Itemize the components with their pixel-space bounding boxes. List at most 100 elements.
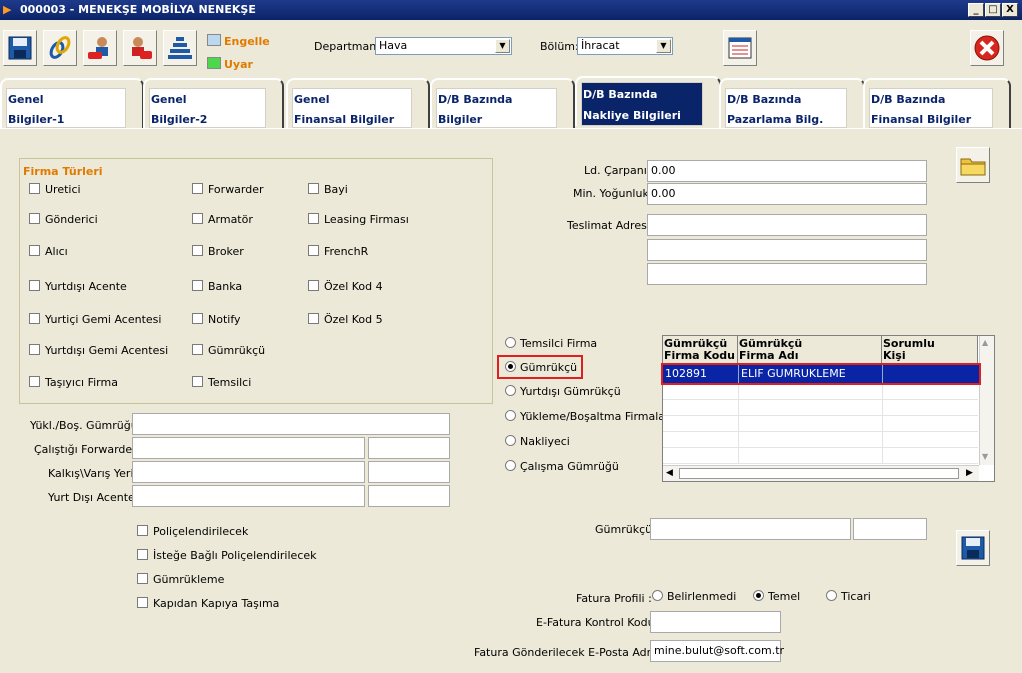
checkbox-gumrukcu[interactable] xyxy=(192,344,203,355)
tab-label-line2: Pazarlama Bilg. xyxy=(727,113,824,126)
link-button[interactable] xyxy=(43,30,77,66)
gumrukcu-code-input[interactable] xyxy=(853,518,927,540)
radio-nakliyeci[interactable] xyxy=(505,435,516,446)
grid-header-firma-kodu[interactable]: Gümrükçü Firma Kodu xyxy=(663,336,738,364)
floppy-icon xyxy=(961,536,985,560)
scroll-thumb[interactable] xyxy=(679,468,959,479)
checkbox-label: İsteğe Bağlı Poliçelendirilecek xyxy=(153,549,317,562)
tab-genel-bilgiler-2[interactable]: Genel Bilgiler-2 xyxy=(143,78,284,128)
teslimat-adresi-line2[interactable] xyxy=(647,239,927,261)
tab-db-pazarlama[interactable]: D/B Bazında Pazarlama Bilg. xyxy=(719,78,865,128)
maximize-button[interactable]: □ xyxy=(985,3,1001,17)
minimize-button[interactable]: _ xyxy=(968,3,984,17)
checkbox-bayi[interactable] xyxy=(308,183,319,194)
checkbox-ozel-kod-4[interactable] xyxy=(308,280,319,291)
gumrukcu-grid[interactable]: Gümrükçü Firma Kodu Gümrükçü Firma Adı S… xyxy=(662,335,995,482)
radio-label: Gümrükçü xyxy=(520,361,578,374)
grid-header-firma-adi[interactable]: Gümrükçü Firma Adı xyxy=(738,336,882,364)
departman-value: Hava xyxy=(379,39,408,52)
tab-genel-finansal[interactable]: Genel Finansal Bilgiler xyxy=(286,78,430,128)
close-form-button[interactable] xyxy=(970,30,1004,66)
checkbox-policelendirilecek[interactable] xyxy=(137,525,148,536)
form-icon xyxy=(728,37,752,59)
kalkis-varis-code-input[interactable] xyxy=(368,461,450,483)
gumrukcu-input[interactable] xyxy=(650,518,851,540)
checkbox-ozel-kod-5[interactable] xyxy=(308,313,319,324)
grid-hscrollbar[interactable]: ◀ ▶ xyxy=(663,465,979,481)
tab-label-line2: Bilgiler xyxy=(438,113,483,126)
teslimat-adresi-line3[interactable] xyxy=(647,263,927,285)
yukl-bos-gumrugu-input[interactable] xyxy=(132,413,450,435)
radio-yurtdisi-gumrukcu[interactable] xyxy=(505,385,516,396)
yurt-disi-acente-code-input[interactable] xyxy=(368,485,450,507)
save-gumrukcu-button[interactable] xyxy=(956,530,990,566)
tab-db-finansal[interactable]: D/B Bazında Finansal Bilgiler xyxy=(863,78,1011,128)
checkbox-frenchr[interactable] xyxy=(308,245,319,256)
radio-yukleme-bosaltma[interactable] xyxy=(505,410,516,421)
tab-label-line2: Finansal Bilgiler xyxy=(871,113,972,126)
checkbox-label: Yurtiçi Gemi Acentesi xyxy=(45,313,162,326)
checkbox-alici[interactable] xyxy=(29,245,40,256)
radio-calisma-gumrugu[interactable] xyxy=(505,460,516,471)
person-phone-icon xyxy=(88,37,108,59)
checkbox-banka[interactable] xyxy=(192,280,203,291)
close-window-button[interactable]: X xyxy=(1002,3,1018,17)
open-folder-button[interactable] xyxy=(956,147,990,183)
checkbox-istege-bagli[interactable] xyxy=(137,549,148,560)
checkbox-temsilci[interactable] xyxy=(192,376,203,387)
scroll-down-icon[interactable]: ▼ xyxy=(982,452,988,461)
ld-carpani-input[interactable]: 0.00 xyxy=(647,160,927,182)
chevron-down-icon[interactable]: ▼ xyxy=(656,39,671,53)
radio-ticari[interactable] xyxy=(826,590,837,601)
radio-belirlenmedi[interactable] xyxy=(652,590,663,601)
checkbox-broker[interactable] xyxy=(192,245,203,256)
tab-genel-bilgiler-1[interactable]: Genel Bilgiler-1 xyxy=(0,78,144,128)
checkbox-yurtici-gemi[interactable] xyxy=(29,313,40,324)
radio-temel[interactable] xyxy=(753,590,764,601)
window-title: 000003 - MENEKŞE MOBİLYA NENEKŞE xyxy=(20,3,256,16)
teslimat-adresi-line1[interactable] xyxy=(647,214,927,236)
e-posta-input[interactable]: mine.bulut@soft.com.tr xyxy=(650,640,784,662)
checkbox-uretici[interactable] xyxy=(29,183,40,194)
checkbox-tasiyici[interactable] xyxy=(29,376,40,387)
tab-db-nakliye[interactable]: D/B Bazında Nakliye Bilgileri xyxy=(575,76,721,126)
checkbox-yurtdisi-gemi[interactable] xyxy=(29,344,40,355)
scroll-left-icon[interactable]: ◀ xyxy=(666,468,673,478)
radio-gumrukcu[interactable] xyxy=(505,361,516,372)
calistigi-forwarder-code-input[interactable] xyxy=(368,437,450,459)
form-view-button[interactable] xyxy=(723,30,757,66)
scroll-right-icon[interactable]: ▶ xyxy=(966,468,973,478)
calistigi-forwarder-input[interactable] xyxy=(132,437,365,459)
checkbox-label: Temsilci xyxy=(208,376,252,389)
min-yogunluk-input[interactable]: 0.00 xyxy=(647,183,927,205)
checkbox-gonderici[interactable] xyxy=(29,213,40,224)
checkbox-kapidan-kapiya[interactable] xyxy=(137,597,148,608)
checkbox-label: Leasing Firması xyxy=(324,213,409,226)
chevron-down-icon[interactable]: ▼ xyxy=(495,39,510,53)
bolum-select[interactable]: İhracat ▼ xyxy=(577,37,673,55)
checkbox-yurtdisi-acente[interactable] xyxy=(29,280,40,291)
hierarchy-button[interactable] xyxy=(163,30,197,66)
departman-select[interactable]: Hava ▼ xyxy=(375,37,512,55)
tab-label-line2: Nakliye Bilgileri xyxy=(583,109,681,122)
contact-call-button[interactable] xyxy=(123,30,157,66)
save-button[interactable] xyxy=(3,30,37,66)
checkbox-armator[interactable] xyxy=(192,213,203,224)
grid-vscrollbar[interactable]: ▲ ▼ xyxy=(979,336,994,465)
tab-db-bilgiler[interactable]: D/B Bazında Bilgiler xyxy=(430,78,575,128)
checkbox-forwarder[interactable] xyxy=(192,183,203,194)
checkbox-notify[interactable] xyxy=(192,313,203,324)
scroll-up-icon[interactable]: ▲ xyxy=(982,338,988,347)
grid-header-sorumlu[interactable]: Sorumlu Kişi xyxy=(882,336,978,364)
bolum-value: İhracat xyxy=(581,39,620,52)
kalkis-varis-input[interactable] xyxy=(132,461,365,483)
contact-phone-button[interactable] xyxy=(83,30,117,66)
e-fatura-kontrol-input[interactable] xyxy=(650,611,781,633)
checkbox-leasing[interactable] xyxy=(308,213,319,224)
yurt-disi-acente-input[interactable] xyxy=(132,485,365,507)
radio-label: Temel xyxy=(768,590,801,603)
checkbox-gumrukleme[interactable] xyxy=(137,573,148,584)
radio-temsilci-firma[interactable] xyxy=(505,337,516,348)
checkbox-label: Gümrükleme xyxy=(153,573,225,586)
gumrukcu-label: Gümrükçü: xyxy=(595,523,656,536)
